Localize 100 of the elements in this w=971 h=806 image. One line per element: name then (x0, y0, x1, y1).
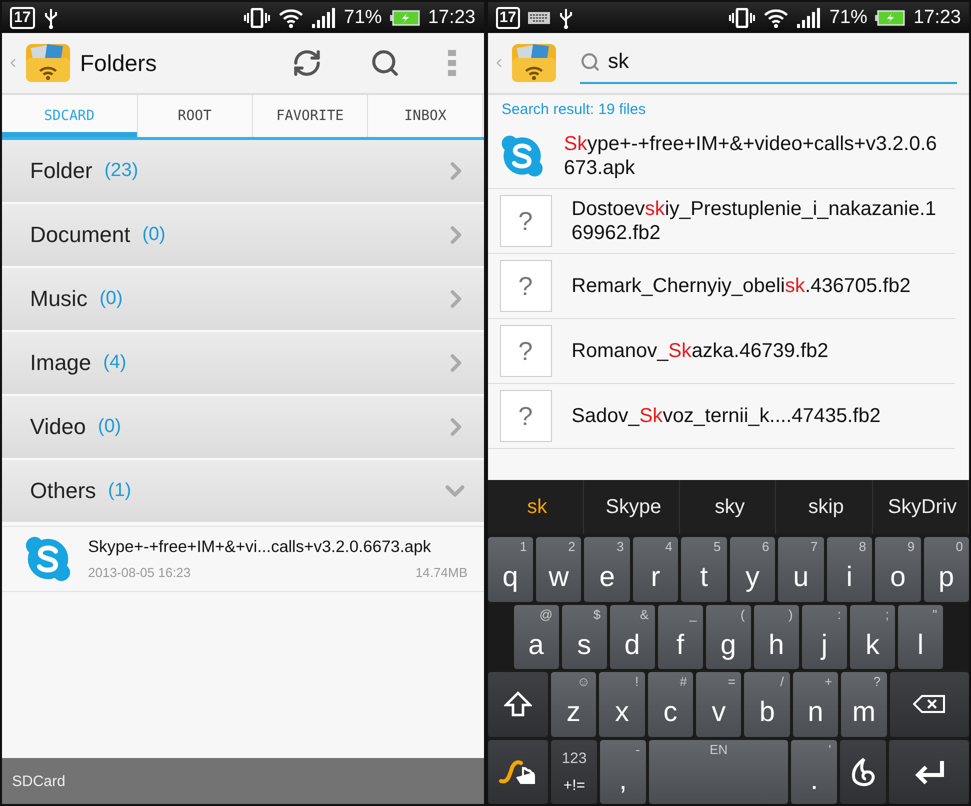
key[interactable]: # c (648, 672, 694, 736)
file-date: 2013-08-05 16:23 (88, 565, 191, 580)
key[interactable]: 9 o (875, 537, 921, 602)
clock: 17:23 (913, 6, 961, 28)
category-count: (0) (142, 224, 166, 246)
key[interactable]: ! x (599, 672, 645, 736)
category-count: (4) (103, 352, 126, 374)
key[interactable]: $ s (562, 604, 607, 669)
refresh-icon (292, 48, 322, 78)
category-row[interactable]: Others (1) (2, 460, 484, 524)
word-suggestion[interactable]: skip (776, 480, 873, 534)
key[interactable]: 3 e (584, 537, 630, 602)
folder-app-icon[interactable] (510, 42, 558, 84)
key[interactable]: 6 y (730, 537, 776, 602)
category-count: (23) (104, 160, 138, 182)
key[interactable] (488, 672, 548, 736)
battery-percent: 71% (829, 6, 868, 28)
result-file-name: Dostoevskiy_Prestuplenie_i_nakazanie.169962.fb2 (572, 197, 938, 246)
search-icon (580, 51, 600, 73)
space-key[interactable]: EN (648, 740, 788, 804)
category-count: (1) (108, 480, 132, 502)
calendar-icon: 17 (10, 6, 35, 28)
key[interactable]: 1 q (488, 537, 533, 602)
result-file-name: Sadov_Skvoz_ternii_k....47435.fb2 (572, 404, 881, 429)
search-icon (370, 48, 400, 78)
usb-icon (558, 6, 574, 28)
shift-icon (504, 691, 532, 718)
key[interactable]: 0 p (924, 537, 969, 602)
key[interactable]: ; k (850, 604, 895, 669)
key[interactable]: ? m (841, 672, 887, 736)
battery-charging-icon (390, 10, 420, 26)
clock: 17:23 (428, 6, 476, 28)
category-name: Document (30, 222, 130, 248)
unknown-file-icon: ? (500, 260, 552, 312)
category-count: (0) (98, 416, 122, 438)
word-suggestion[interactable]: sky (680, 480, 776, 534)
key[interactable]: " l (898, 604, 944, 669)
key[interactable]: ( g (706, 604, 751, 669)
search-result-row[interactable]: ? Sadov_Skvoz_ternii_k....47435.fb2 (488, 384, 955, 449)
key[interactable] (488, 740, 548, 804)
result-file-name: Skype+-+free+IM+&+video+calls+v3.2.0.6673.apk (564, 132, 938, 181)
category-count: (0) (99, 288, 123, 310)
search-summary: Search result: 19 files (500, 100, 647, 120)
skype-logo-icon (24, 535, 72, 583)
key[interactable]: / b (744, 672, 790, 736)
word-suggestion[interactable]: SkyDriv (872, 480, 969, 534)
key[interactable]: 7 u (778, 537, 824, 602)
key[interactable]: ' . (791, 740, 838, 804)
result-file-name: Remark_Chernyiy_obelisk.436705.fb2 (572, 274, 911, 299)
folder-app-icon[interactable] (24, 42, 72, 84)
key[interactable]: + n (792, 672, 838, 736)
category-row[interactable]: Video (0) (2, 396, 484, 460)
key[interactable]: : j (802, 604, 847, 669)
file-row[interactable]: Skype+-+free+IM+&+vi...calls+v3.2.0.6673.apk 2013-08-05 16:23 14.74MB (2, 526, 484, 592)
search-result-row[interactable]: ? Dostoevskiy_Prestuplenie_i_nakazanie.169962.fb2 (488, 189, 955, 254)
battery-percent: 71% (344, 6, 382, 28)
key[interactable]: & d (610, 604, 655, 669)
key[interactable]: = v (696, 672, 742, 736)
wifi-icon (278, 8, 304, 28)
vibrate-icon (244, 8, 270, 28)
category-name: Video (30, 414, 86, 440)
flame-icon (850, 756, 876, 787)
category-row[interactable]: Image (4) (2, 332, 484, 396)
unknown-file-icon: ? (500, 390, 552, 442)
key[interactable]: 123 +!= (551, 740, 598, 804)
key[interactable]: _ f (658, 604, 703, 669)
screen-title: Folders (80, 50, 157, 76)
search-result-row[interactable]: ? Romanov_Skazka.46739.fb2 (488, 319, 955, 384)
category-name: Image (30, 350, 92, 376)
key[interactable]: 2 w (536, 537, 582, 602)
word-suggestion[interactable]: sk (488, 480, 584, 534)
category-row[interactable]: Document (0) (2, 204, 484, 268)
category-row[interactable]: Folder (23) (2, 140, 484, 204)
signal-icon (797, 8, 822, 28)
file-name: Skype+-+free+IM+&+vi...calls+v3.2.0.6673.apk (88, 538, 432, 557)
vibrate-icon (729, 8, 756, 28)
key[interactable]: ☺ z (550, 672, 596, 736)
category-row[interactable]: Music (0) (2, 268, 484, 332)
signal-icon (312, 8, 336, 28)
wifi-icon (763, 8, 790, 28)
backspace-icon (913, 695, 946, 714)
key[interactable] (840, 740, 886, 804)
battery-charging-icon (875, 10, 906, 26)
key[interactable]: @ a (514, 604, 559, 669)
word-suggestion[interactable]: Skype (584, 480, 680, 534)
key[interactable]: 8 i (826, 537, 872, 602)
path-label: SDCard (12, 772, 66, 790)
menu-icon (448, 49, 456, 77)
unknown-file-icon: ? (500, 195, 552, 247)
key[interactable]: ) h (754, 604, 799, 669)
key[interactable] (888, 740, 969, 804)
category-name: Others (30, 478, 96, 504)
key[interactable]: 4 r (632, 537, 678, 602)
category-name: Music (30, 286, 88, 312)
search-result-row[interactable]: ? Remark_Chernyiy_obelisk.436705.fb2 (488, 254, 955, 319)
file-size: 14.74MB (415, 565, 468, 580)
key[interactable]: - , (600, 740, 646, 804)
key[interactable]: 5 t (681, 537, 727, 602)
search-result-row[interactable]: Skype+-+free+IM+&+video+calls+v3.2.0.6673.apk (488, 124, 955, 189)
key[interactable] (890, 672, 969, 736)
